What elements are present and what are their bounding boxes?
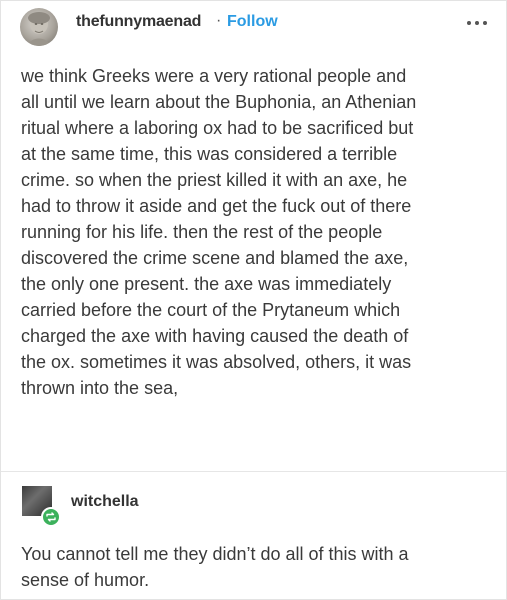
reblog-body: You cannot tell me they didn’t do all of… [21,541,499,593]
author-username[interactable]: thefunnymaenad [76,13,201,31]
reblog-body-line: sense of humor. [21,570,150,590]
post-body-line: the ox. sometimes it was absolved, other… [21,352,412,372]
statue-avatar-icon [28,12,50,46]
post-card: thefunnymaenad · Follow we think Greeks … [0,0,507,600]
reblog-body-line: You cannot tell me they didn’t do all of… [21,544,409,564]
post-body-line: crime. so when the priest killed it with… [21,170,408,190]
post-body-line: ritual where a laboring ox had to be sac… [21,118,414,138]
author-avatar[interactable] [20,8,58,46]
follow-button[interactable]: Follow [227,13,278,31]
separator-dot: · [216,12,222,29]
post-body-line: the only one present. the axe was immedi… [21,274,392,294]
post-body-line: thrown into the sea, [21,378,179,398]
post-body-line: discovered the crime scene and blamed th… [21,248,409,268]
post-body-line: all until we learn about the Buphonia, a… [21,92,417,112]
post-body-line: running for his life. then the rest of t… [21,222,383,242]
reblog-author-username[interactable]: witchella [71,493,139,511]
post-body-line: carried before the court of the Prytaneu… [21,300,401,320]
post-body-line: at the same time, this was considered a … [21,144,398,164]
more-options-icon[interactable] [464,15,490,31]
post-body-line: we think Greeks were a very rational peo… [21,66,407,86]
post-body: we think Greeks were a very rational peo… [21,63,499,401]
post-header: thefunnymaenad · Follow [1,1,506,49]
post-body-line: charged the axe with having caused the d… [21,326,409,346]
post-body-line: had to throw it aside and get the fuck o… [21,196,412,216]
reblog-icon [41,507,61,527]
reblog-divider [1,471,506,472]
